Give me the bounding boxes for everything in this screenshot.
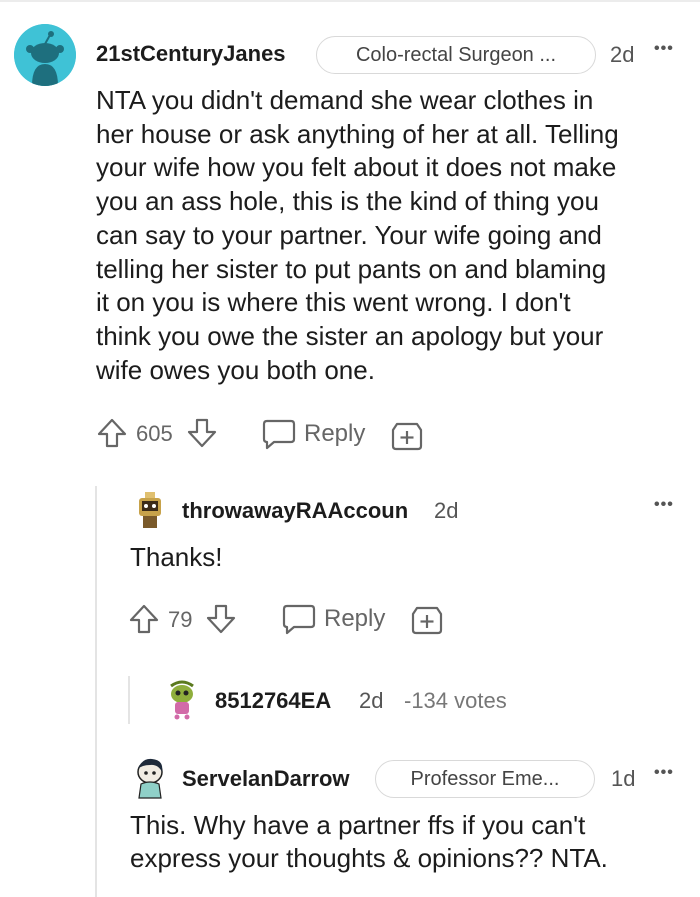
downvote-button[interactable] <box>186 417 218 449</box>
more-options-button[interactable]: ••• <box>654 764 674 782</box>
comment-username[interactable]: ServelanDarrow <box>182 766 350 792</box>
downvote-button[interactable] <box>205 603 237 635</box>
more-options-button[interactable]: ••• <box>654 496 674 514</box>
reply-icon-wrap[interactable] <box>262 418 296 450</box>
award-button[interactable] <box>410 602 444 636</box>
comment-age: 2d <box>610 42 635 67</box>
comment-username[interactable]: 21stCenturyJanes <box>96 41 286 67</box>
comment-line: you an ass hole, this is the kind of thi… <box>96 186 599 217</box>
comment-line: it on you is where this went wrong. I do… <box>96 287 571 318</box>
comment-line: can say to your partner. Your wife going… <box>96 219 602 250</box>
snoo-avatar-icon <box>14 24 76 86</box>
upvote-icon <box>97 418 127 448</box>
comment-body: This. Why have a partner ffs if you can'… <box>130 809 690 875</box>
avatar[interactable] <box>165 680 199 720</box>
user-flair: Professor Eme... <box>375 760 595 798</box>
comment-line: This. Why have a partner ffs if you can'… <box>130 810 586 840</box>
vote-count: -134 votes <box>404 688 507 713</box>
award-button[interactable] <box>390 418 424 452</box>
more-options-button[interactable]: ••• <box>654 40 674 58</box>
comment-username[interactable]: throwawayRAAccoun <box>182 498 408 524</box>
comment-age: 1d <box>611 766 636 791</box>
reply-button[interactable]: Reply <box>304 420 365 448</box>
downvote-icon <box>206 604 236 634</box>
upvote-button[interactable] <box>128 603 160 635</box>
reply-button[interactable]: Reply <box>324 605 385 633</box>
thread-line[interactable] <box>95 486 97 897</box>
comment-body: NTA you didn't demand she wear clothes i… <box>96 84 686 387</box>
snoo-avatar-icon <box>139 492 161 528</box>
snoo-avatar-icon <box>137 758 163 799</box>
downvote-icon <box>187 418 217 448</box>
top-divider <box>0 0 700 2</box>
comment-age: 2d <box>434 498 459 523</box>
comment-age: 2d <box>359 688 384 713</box>
upvote-icon <box>129 604 159 634</box>
reply-bubble-icon <box>262 419 296 450</box>
user-flair: Colo-rectal Surgeon ... <box>316 36 596 74</box>
reply-icon-wrap[interactable] <box>282 603 316 635</box>
avatar[interactable] <box>133 490 167 530</box>
comment-line: think you owe the sister an apology but … <box>96 320 604 351</box>
snoo-avatar-icon <box>170 680 194 720</box>
comment-body: Thanks! <box>130 542 223 572</box>
comment-username[interactable]: 8512764EA <box>215 688 331 714</box>
comment-line: telling her sister to put pants on and b… <box>96 253 607 284</box>
vote-count: 79 <box>168 607 193 632</box>
avatar[interactable] <box>14 24 76 86</box>
comment-line: her house or ask anything of her at all.… <box>96 118 619 149</box>
comment-line: NTA you didn't demand she wear clothes i… <box>96 85 594 115</box>
comment-line: express your thoughts & opinions?? NTA. <box>130 843 608 873</box>
upvote-button[interactable] <box>96 417 128 449</box>
comment-line: your wife how you felt about it does not… <box>96 152 617 183</box>
comment-line: wife owes you both one. <box>96 354 375 385</box>
vote-count: 605 <box>136 421 173 446</box>
award-plus-icon <box>411 606 443 635</box>
award-plus-icon <box>391 422 423 451</box>
avatar[interactable] <box>132 756 168 800</box>
thread-line[interactable] <box>128 676 130 724</box>
reply-bubble-icon <box>282 604 316 635</box>
